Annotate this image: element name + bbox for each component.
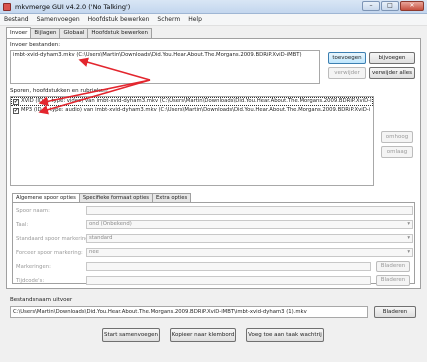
output-filename-label: Bestandsnaam uitvoer <box>10 297 73 303</box>
menu-bestand[interactable]: Bestand <box>0 16 33 23</box>
tracks-label: Sporen, hoofdstukken en rubrieken: <box>10 88 109 94</box>
track-label: XViD (ID 0, type: video) van imbt-xvid-d… <box>21 98 372 104</box>
tags-label: Markeringen: <box>16 264 51 270</box>
language-label: Taal: <box>16 222 29 228</box>
tab-bijlagen[interactable]: Bijlagen <box>30 28 61 38</box>
track-name-label: Spoor naam: <box>16 208 50 214</box>
default-track-label: Standaard spoor markering: <box>16 236 91 242</box>
main-tabs: Invoer Bijlagen Globaal Hoofdstuk bewerk… <box>6 27 153 38</box>
track-checkbox[interactable]: ✔ <box>13 99 19 105</box>
language-select[interactable]: ond (Onbekend) <box>86 220 413 229</box>
maximize-button[interactable]: □ <box>381 1 399 11</box>
copy-to-clipboard-button[interactable]: Kopieer naar klembord <box>170 328 236 342</box>
move-up-button[interactable]: omhoog <box>381 131 413 143</box>
tab-format-specific-options[interactable]: Specifieke formaat opties <box>78 193 153 202</box>
add-to-job-queue-button[interactable]: Voeg toe aan taak wachtrij <box>246 328 324 342</box>
tab-invoer[interactable]: Invoer <box>6 27 32 38</box>
menu-samenvoegen[interactable]: Samenvoegen <box>33 16 84 23</box>
output-browse-button[interactable]: Bladeren <box>374 306 416 318</box>
track-name-input[interactable] <box>86 206 413 215</box>
track-row-audio[interactable]: ✔ MP3 (ID 1, type: audio) van imbt-xvid-d… <box>11 106 373 115</box>
menu-hoofdstuk-bewerken[interactable]: Hoofdstuk bewerken <box>84 16 154 23</box>
timecodes-input[interactable] <box>86 276 371 285</box>
forced-track-select[interactable]: nee <box>86 248 413 257</box>
title-bar: mkvmerge GUI v4.2.0 ('No Talking') – □ ✕ <box>0 0 427 14</box>
menu-help[interactable]: Help <box>184 16 206 23</box>
close-button[interactable]: ✕ <box>400 1 424 11</box>
remove-all-button[interactable]: verwijder alles <box>369 67 415 79</box>
menu-bar: Bestand Samenvoegen Hoofdstuk bewerken S… <box>0 14 427 26</box>
timecodes-label: Tijdcode's: <box>16 278 45 284</box>
tab-extra-options[interactable]: Extra opties <box>151 193 192 202</box>
window-controls: – □ ✕ <box>362 1 424 11</box>
track-checkbox[interactable]: ✔ <box>13 108 19 114</box>
minimize-button[interactable]: – <box>362 1 380 11</box>
input-files-label: Invoer bestanden: <box>10 42 61 48</box>
input-file-item[interactable]: imbt-xvid-dyham3.mkv (C:\Users\Martin\Do… <box>11 51 319 60</box>
menu-scherm[interactable]: Scherm <box>153 16 184 23</box>
track-label: MP3 (ID 1, type: audio) van imbt-xvid-dy… <box>21 107 371 113</box>
move-down-button[interactable]: omlaag <box>381 146 413 158</box>
tags-browse-button[interactable]: Bladeren <box>376 261 410 272</box>
start-muxing-button[interactable]: Start samenvoegen <box>102 328 160 342</box>
add-button[interactable]: toevoegen <box>328 52 366 64</box>
input-files-list[interactable]: imbt-xvid-dyham3.mkv (C:\Users\Martin\Do… <box>10 50 320 84</box>
app-icon <box>3 2 11 11</box>
window-title: mkvmerge GUI v4.2.0 ('No Talking') <box>15 2 131 11</box>
tracks-list[interactable]: ✔ XViD (ID 0, type: video) van imbt-xvid-… <box>10 96 374 186</box>
tab-hoofdstuk-bewerken[interactable]: Hoofdstuk bewerken <box>87 28 153 38</box>
tab-general-track-options[interactable]: Algemene spoor opties <box>12 193 80 202</box>
track-row-video[interactable]: ✔ XViD (ID 0, type: video) van imbt-xvid-… <box>11 97 373 106</box>
remove-button[interactable]: verwijder <box>328 67 366 79</box>
timecodes-browse-button[interactable]: Bladeren <box>376 275 410 286</box>
tab-globaal[interactable]: Globaal <box>59 28 89 38</box>
default-track-select[interactable]: standard <box>86 234 413 243</box>
tags-input[interactable] <box>86 262 371 271</box>
output-filename-input[interactable]: C:\Users\Martin\Downloads\Did.You.Hear.A… <box>10 306 368 318</box>
forced-track-label: Forceer spoor markering: <box>16 250 83 256</box>
track-option-tabs: Algemene spoor opties Specifieke formaat… <box>12 193 192 202</box>
append-button[interactable]: bijvoegen <box>369 52 415 64</box>
